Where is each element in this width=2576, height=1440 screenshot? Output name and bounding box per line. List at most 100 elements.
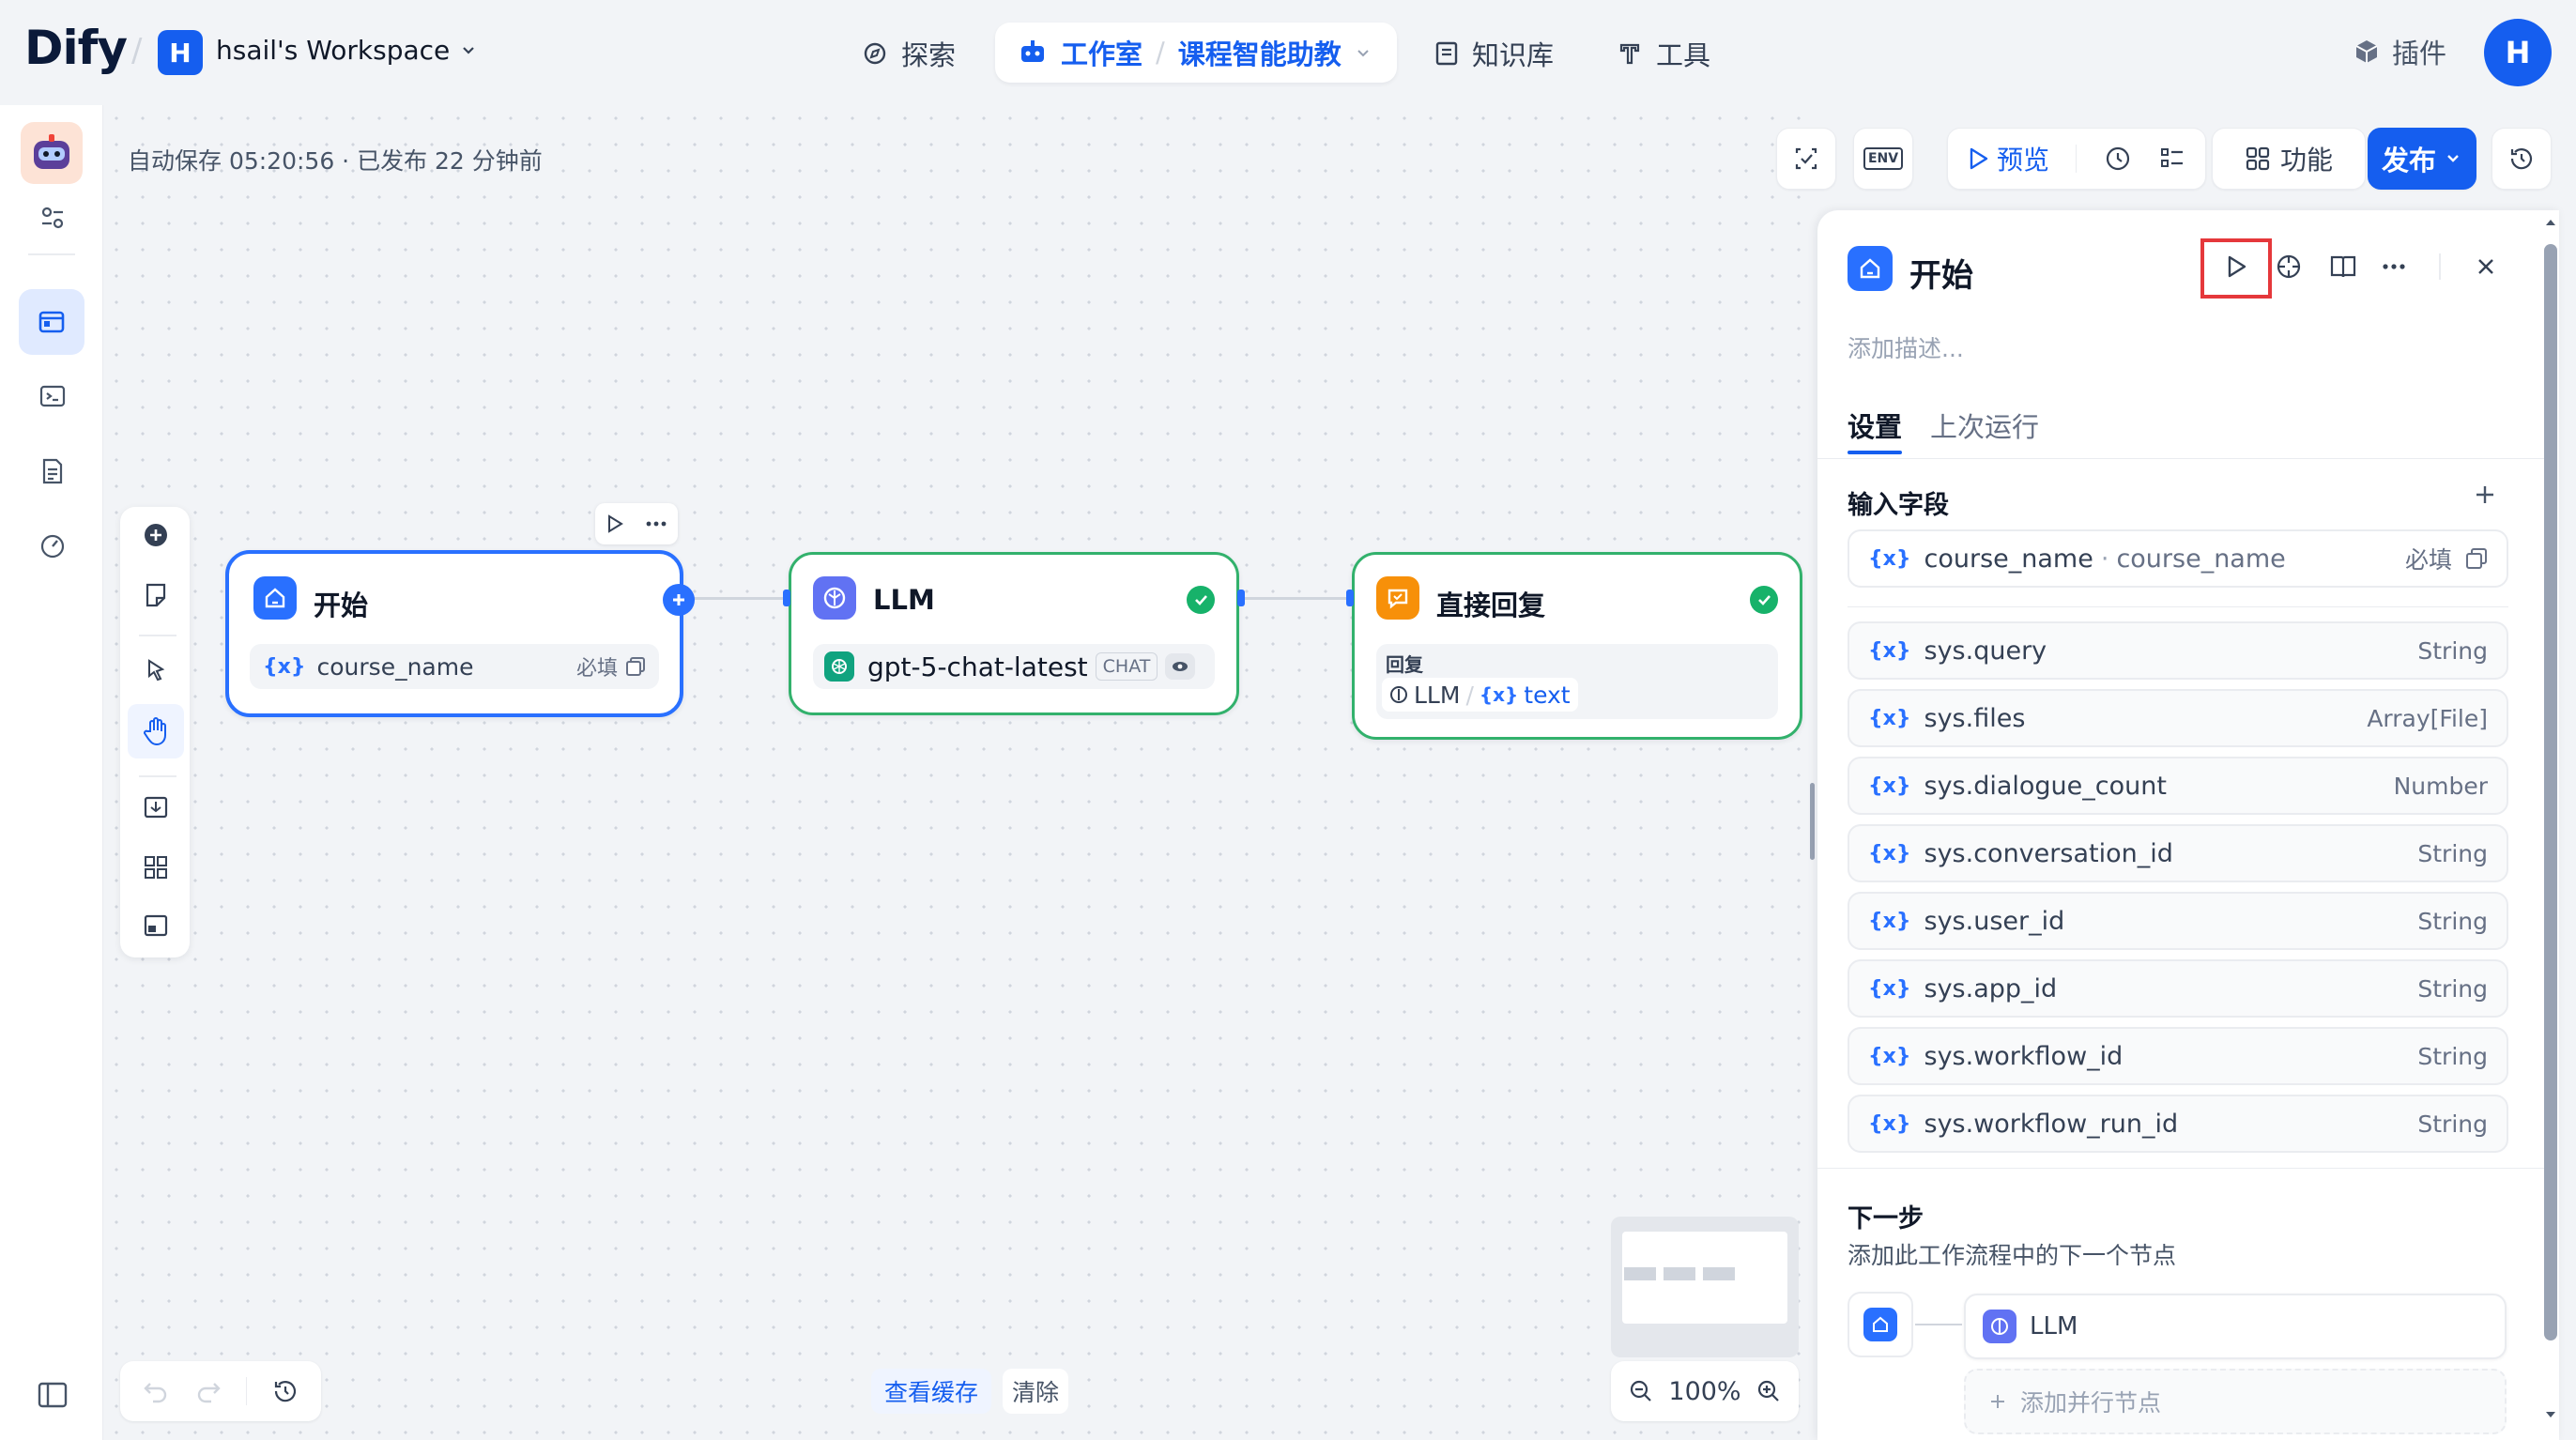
history-icon[interactable] [271, 1377, 299, 1405]
version-history-button[interactable] [2492, 128, 2552, 190]
env-button[interactable]: ENV [1853, 128, 1913, 190]
input-field-row[interactable]: {x} course_name · course_name 必填 [1848, 529, 2508, 588]
dify-logo[interactable]: Dify [24, 21, 128, 75]
minimap[interactable] [1611, 1217, 1799, 1357]
organize-blocks-icon[interactable] [137, 849, 175, 886]
run-history-icon[interactable] [2104, 145, 2132, 173]
breadcrumb-separator: / [131, 32, 143, 69]
add-field-icon[interactable] [2473, 483, 2497, 507]
eye-icon[interactable] [1165, 653, 1196, 680]
sys-var-row: {x} sys.workflow_id String [1848, 1027, 2508, 1085]
env-icon: ENV [1863, 147, 1904, 170]
workspace-badge[interactable]: H [158, 30, 203, 75]
more-icon[interactable] [2373, 246, 2415, 287]
run-step-icon[interactable] [2216, 246, 2257, 287]
add-parallel-node-button[interactable]: 添加并行节点 [1964, 1369, 2507, 1434]
scroll-up-arrow[interactable] [2544, 216, 2557, 238]
next-connector [1915, 1324, 1962, 1325]
nav-studio[interactable]: 工作室 / 课程智能助教 [995, 23, 1397, 83]
sys-var-row: {x} sys.dialogue_count Number [1848, 757, 2508, 815]
description-input[interactable]: 添加描述... [1848, 330, 1964, 364]
add-next-node-handle[interactable] [663, 584, 695, 616]
llm-output-handle[interactable] [1237, 590, 1245, 606]
sys-var-row: {x} sys.conversation_id String [1848, 824, 2508, 882]
undo-redo-group [120, 1361, 321, 1421]
sidebar-item-orchestrate[interactable] [19, 289, 84, 355]
nav-knowledge[interactable]: 知识库 [1434, 30, 1554, 77]
sliders-icon[interactable] [28, 193, 77, 242]
reply-icon [1376, 576, 1419, 620]
help-book-icon[interactable] [2323, 246, 2364, 287]
input-fields-title: 输入字段 [1848, 491, 1949, 520]
workspace-switcher[interactable]: hsail's Workspace [216, 35, 478, 66]
start-node[interactable] [225, 550, 683, 717]
llm-model-name: gpt-5-chat-latest [867, 651, 1088, 682]
plugins-button[interactable]: 插件 [2353, 32, 2446, 71]
tab-settings[interactable]: 设置 [1848, 406, 1902, 445]
cube-icon [2353, 38, 2381, 66]
toolbar-divider [2439, 253, 2441, 280]
minimap-toggle-icon[interactable] [137, 907, 175, 944]
undo-icon[interactable] [142, 1378, 170, 1404]
variable-icon: {x} [263, 654, 306, 679]
run-node-icon[interactable] [606, 513, 624, 534]
checklist-icon[interactable] [2158, 145, 2186, 173]
sidebar-item-api[interactable] [28, 372, 77, 421]
palette-divider [139, 775, 176, 777]
answer-input-handle[interactable] [1346, 590, 1354, 606]
zoom-in-icon[interactable] [1756, 1378, 1782, 1404]
user-avatar[interactable]: H [2484, 19, 2552, 86]
zoom-level[interactable]: 100% [1668, 1377, 1740, 1406]
start-node-variable: {x} course_name 必填 [250, 644, 659, 689]
hand-icon[interactable] [128, 704, 184, 758]
clear-button[interactable]: 清除 [1003, 1369, 1069, 1414]
nav-explore[interactable]: 探索 [862, 30, 956, 77]
node-toolbar [595, 503, 678, 544]
llm-node[interactable] [789, 552, 1239, 715]
sidebar-item-logs[interactable] [28, 447, 77, 496]
chevron-down-icon[interactable] [1355, 44, 1372, 61]
book-icon [1434, 40, 1459, 67]
compass-icon [862, 40, 888, 67]
tab-last-run[interactable]: 上次运行 [1930, 406, 2039, 445]
app-avatar[interactable] [21, 122, 83, 184]
add-node-icon[interactable] [137, 516, 175, 554]
llm-input-handle[interactable] [783, 590, 790, 606]
add-note-icon[interactable] [137, 576, 175, 614]
sidebar-toggle-icon[interactable] [28, 1371, 77, 1419]
close-icon[interactable] [2465, 246, 2507, 287]
scroll-down-arrow[interactable] [2544, 1408, 2557, 1427]
minimap-node [1703, 1267, 1735, 1280]
panel-resize-handle[interactable] [1810, 783, 1815, 860]
zoom-out-icon[interactable] [1628, 1378, 1654, 1404]
app-name[interactable]: 课程智能助教 [1178, 33, 1342, 72]
more-icon[interactable] [645, 520, 667, 528]
next-step-title: 下一步 [1848, 1204, 1924, 1233]
minimap-node [1664, 1267, 1695, 1280]
variable-icon: {x} [1479, 683, 1519, 706]
home-icon [1848, 246, 1893, 291]
answer-node-title: 直接回复 [1436, 590, 1546, 621]
panel-scrollbar[interactable] [2544, 244, 2557, 1340]
redo-icon[interactable] [194, 1378, 222, 1404]
history-icon [2507, 145, 2536, 173]
answer-label: 回复 [1386, 653, 1423, 676]
grid-icon [2245, 146, 2271, 172]
toolbar-divider [246, 1377, 248, 1405]
pointer-icon[interactable] [137, 651, 175, 689]
export-image-icon[interactable] [137, 789, 175, 826]
bug-check-icon [1792, 145, 1820, 173]
crosshair-icon[interactable] [2268, 246, 2309, 287]
nav-tools[interactable]: 工具 [1617, 30, 1710, 77]
tabs-divider [1817, 458, 2544, 459]
publish-button[interactable]: 发布 [2368, 128, 2476, 190]
workflow-canvas[interactable] [103, 105, 1817, 1440]
nav-studio-label: 工作室 [1061, 38, 1143, 70]
next-node-llm[interactable]: LLM [1964, 1294, 2507, 1359]
minimap-node [1624, 1267, 1656, 1280]
features-button[interactable]: 功能 [2212, 128, 2366, 190]
sidebar-item-monitoring[interactable] [28, 522, 77, 571]
preview-button[interactable]: 预览 [1967, 140, 2049, 177]
view-cache-button[interactable]: 查看缓存 [871, 1369, 992, 1414]
checklist-button[interactable] [1776, 128, 1836, 190]
